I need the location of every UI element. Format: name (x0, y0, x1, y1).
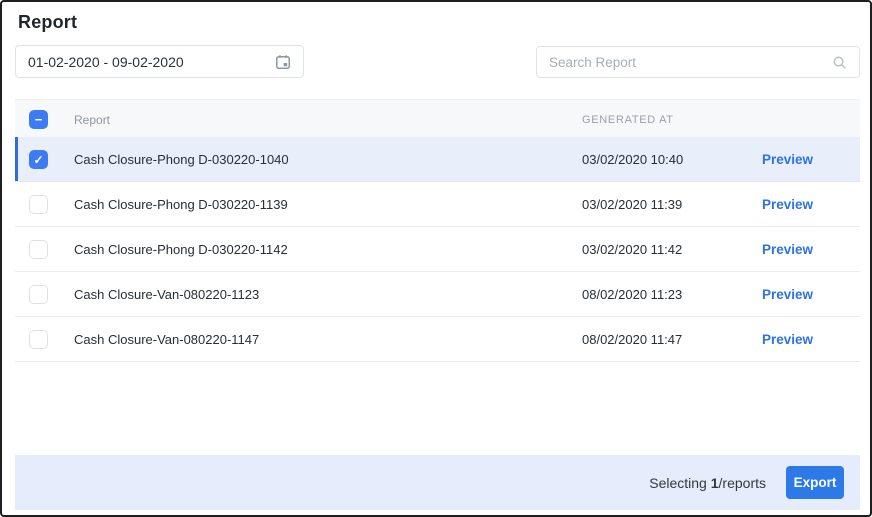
generated-at-value: 08/02/2020 11:23 (582, 287, 682, 302)
report-page: Report 01-02-2020 - 09-02-2020 − Report … (0, 0, 872, 517)
preview-link[interactable]: Preview (762, 332, 813, 347)
column-header-generated-at: GENERATED AT (582, 114, 674, 126)
row-checkbox[interactable] (29, 330, 48, 349)
date-range-value: 01-02-2020 - 09-02-2020 (28, 54, 275, 70)
search-input[interactable] (549, 55, 832, 70)
selecting-count-text: Selecting 1/reports (649, 475, 766, 491)
generated-at-value: 03/02/2020 11:39 (582, 197, 682, 212)
preview-link[interactable]: Preview (762, 242, 813, 257)
report-name: Cash Closure-Van-080220-1147 (74, 332, 259, 347)
selection-footer: Selecting 1/reports Export (15, 455, 860, 510)
column-header-report: Report (74, 113, 110, 127)
table-row[interactable]: Cash Closure-Phong D-030220-1142 03/02/2… (15, 227, 860, 272)
search-box (536, 46, 860, 78)
preview-link[interactable]: Preview (762, 287, 813, 302)
preview-link[interactable]: Preview (762, 152, 813, 167)
table-row[interactable]: ✓ Cash Closure-Phong D-030220-1040 03/02… (15, 137, 860, 182)
table-row[interactable]: Cash Closure-Van-080220-1123 08/02/2020 … (15, 272, 860, 317)
preview-link[interactable]: Preview (762, 197, 813, 212)
row-checkbox[interactable] (29, 285, 48, 304)
generated-at-value: 03/02/2020 11:42 (582, 242, 682, 257)
select-all-checkbox[interactable]: − (29, 110, 48, 129)
generated-at-value: 08/02/2020 11:47 (582, 332, 682, 347)
calendar-icon[interactable] (275, 54, 291, 70)
report-name: Cash Closure-Van-080220-1123 (74, 287, 259, 302)
row-checkbox[interactable] (29, 240, 48, 259)
row-checkbox[interactable] (29, 195, 48, 214)
selected-count: 1 (711, 475, 719, 491)
table-header: − Report GENERATED AT (15, 99, 860, 137)
search-icon[interactable] (832, 55, 847, 70)
table-body: ✓ Cash Closure-Phong D-030220-1040 03/02… (15, 137, 860, 362)
row-checkbox[interactable]: ✓ (29, 150, 48, 169)
report-name: Cash Closure-Phong D-030220-1040 (74, 152, 289, 167)
table-row[interactable]: Cash Closure-Phong D-030220-1139 03/02/2… (15, 182, 860, 227)
page-title: Report (18, 12, 77, 33)
generated-at-value: 03/02/2020 10:40 (582, 152, 683, 167)
report-name: Cash Closure-Phong D-030220-1139 (74, 197, 288, 212)
date-range-input[interactable]: 01-02-2020 - 09-02-2020 (15, 45, 304, 78)
export-button[interactable]: Export (786, 466, 844, 499)
report-name: Cash Closure-Phong D-030220-1142 (74, 242, 288, 257)
table-row[interactable]: Cash Closure-Van-080220-1147 08/02/2020 … (15, 317, 860, 362)
